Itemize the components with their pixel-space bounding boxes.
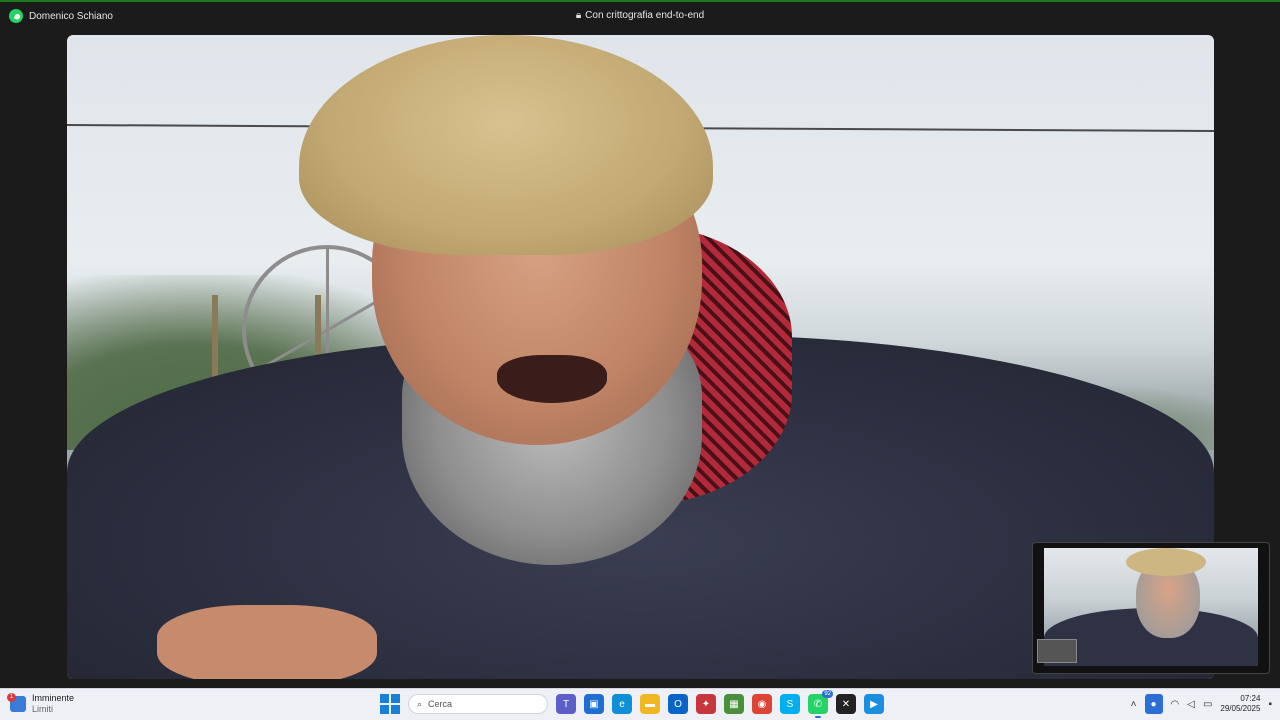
taskbar-app-play-icon[interactable]: ▶ — [864, 694, 884, 714]
taskbar-clock[interactable]: 07:24 29/05/2025 — [1220, 694, 1260, 714]
windows-taskbar: 1 Imminente Limiti ⌕ Cerca T ▣ e ▬ O ✦ ▦ ◉ S ✆ 92 ✕… — [0, 688, 1280, 720]
taskbar-app-capcut-icon[interactable]: ✕ — [836, 694, 856, 714]
contact-name: Domenico Schiano — [29, 10, 113, 22]
clock-date: 29/05/2025 — [1220, 704, 1261, 713]
search-placeholder: Cerca — [428, 699, 453, 709]
app-glyph: ▣ — [589, 698, 599, 710]
taskbar-app-teams-icon[interactable]: T — [556, 694, 576, 714]
weather-widget[interactable]: 1 Imminente Limiti — [7, 693, 75, 715]
wifi-icon[interactable]: ◠ — [1171, 699, 1180, 710]
encryption-label: Con crittografia end-to-end — [585, 10, 705, 21]
encryption-notice: 🔒︎ Con crittografia end-to-end — [0, 10, 1280, 21]
app-glyph: S — [786, 698, 794, 710]
self-preview-cap — [1126, 548, 1206, 576]
taskbar-app-whatsapp-icon[interactable]: ✆ 92 — [808, 690, 833, 718]
lock-icon: 🔒︎ — [575, 10, 582, 21]
app-glyph: ◉ — [757, 698, 767, 710]
app-glyph: ✆ — [813, 698, 823, 710]
notifications-icon[interactable]: ▪ — [1268, 699, 1272, 710]
weather-icon: 1 — [7, 693, 26, 712]
notification-badge: 1 — [7, 693, 16, 702]
taskbar-app-outlook-icon[interactable]: O — [668, 694, 688, 714]
app-glyph: O — [674, 698, 682, 710]
whatsapp-logo-icon — [9, 9, 23, 23]
taskbar-app-esplora-file-icon[interactable]: ▬ — [640, 694, 660, 714]
weather-title: Imminente — [32, 693, 75, 703]
title-bar: Domenico Schiano 🔒︎ Con crittografia end-… — [0, 2, 1280, 30]
taskbar-app-skype-icon[interactable]: S — [780, 694, 800, 714]
app-glyph: ▬ — [645, 698, 655, 710]
system-tray: ˄ ● ◠ ◁ ▭ 07:24 29/05/2025 ▪ — [1131, 693, 1272, 715]
self-preview-thumbnail[interactable] — [1037, 639, 1077, 663]
volume-icon[interactable]: ◁ — [1187, 699, 1195, 710]
clock-time: 07:24 — [1240, 694, 1261, 703]
taskbar-search-input[interactable]: ⌕ Cerca — [408, 694, 548, 714]
video-person-cap — [299, 35, 713, 255]
taskbar-app-chrome-icon[interactable]: ◉ — [752, 694, 772, 714]
taskbar-app-edge-icon[interactable]: e — [612, 694, 632, 714]
taskbar-app-microsoft-icon[interactable]: ▦ — [724, 694, 744, 714]
taskbar-apps: ⌕ Cerca T ▣ e ▬ O ✦ ▦ ◉ S ✆ 92 ✕ ▶ — [380, 690, 884, 718]
taskbar-app-regalo-icon[interactable]: ✦ — [696, 694, 716, 714]
app-glyph: e — [619, 698, 625, 710]
battery-icon[interactable]: ▭ — [1203, 699, 1212, 710]
app-badge-count: 92 — [822, 690, 833, 698]
chevron-up-icon[interactable]: ˄ — [1131, 699, 1137, 710]
app-glyph: ▦ — [729, 698, 739, 710]
video-person-mouth — [497, 355, 607, 403]
whatsapp-call-window: Domenico Schiano 🔒︎ Con crittografia end-… — [0, 0, 1280, 688]
app-glyph: ▶ — [870, 698, 878, 710]
app-glyph: ✦ — [701, 698, 711, 710]
start-button[interactable] — [380, 694, 400, 714]
app-glyph: T — [562, 698, 570, 710]
weather-subtitle: Limiti — [32, 704, 54, 714]
microphone-icon[interactable]: ● — [1144, 694, 1163, 714]
search-icon: ⌕ — [417, 698, 423, 709]
app-glyph: ✕ — [841, 698, 851, 710]
taskbar-app-store-icon[interactable]: ▣ — [584, 694, 604, 714]
self-preview-window[interactable] — [1032, 542, 1270, 674]
video-person-hand — [157, 605, 377, 679]
